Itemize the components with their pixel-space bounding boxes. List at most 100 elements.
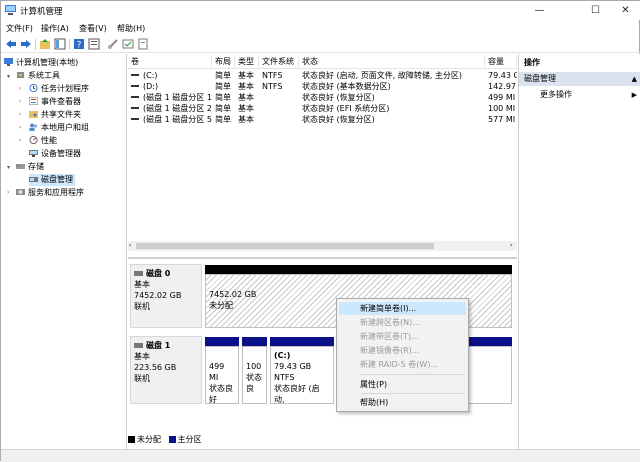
column-header-status[interactable]: 状态 — [299, 56, 485, 69]
tree-item-performance[interactable]: 性能 — [29, 135, 57, 147]
submenu-arrow-icon: ▶ — [631, 91, 637, 99]
more-actions-item[interactable]: 更多操作 ▶ — [519, 88, 640, 102]
horizontal-scrollbar[interactable]: ‹ › — [128, 241, 517, 251]
volume-cell: NTFS — [262, 70, 299, 81]
disk-1-info[interactable]: 磁盘 1 基本 223.56 GB 联机 — [130, 336, 202, 404]
disk-1-partition-2[interactable]: 100 状态良 — [242, 346, 267, 404]
volume-cell: 简单 — [215, 81, 235, 92]
expand-arrow-icon[interactable]: › — [19, 98, 21, 105]
menu-help[interactable]: 帮助(H) — [117, 23, 145, 34]
volume-cell-text: 状态良好 (恢复分区) — [302, 115, 375, 124]
scrollbar-thumb[interactable] — [136, 243, 434, 249]
up-folder-icon[interactable] — [39, 38, 51, 50]
volume-cell: 基本 — [238, 114, 259, 125]
legend-unallocated: 未分配 — [137, 435, 161, 444]
properties-icon[interactable] — [88, 38, 100, 50]
collapse-arrow-icon[interactable]: ▾ — [7, 164, 10, 171]
computer-management-icon — [5, 5, 16, 15]
unallocated-swatch — [128, 436, 135, 443]
volume-cell: NTFS — [262, 81, 299, 92]
menu-help[interactable]: 帮助(H) — [339, 396, 466, 409]
expand-arrow-icon[interactable]: › — [7, 189, 9, 196]
show-tree-icon[interactable] — [54, 38, 66, 50]
volume-cell: 基本 — [238, 70, 259, 81]
volume-row[interactable]: (C:) 简单 基本 NTFS 状态良好 (启动, 页面文件, 故障转储, 主分区) 79… — [128, 70, 517, 81]
tree-item-event-viewer[interactable]: 事件查看器 — [29, 96, 81, 108]
connect-icon[interactable] — [107, 38, 119, 50]
maximize-button[interactable]: ☐ — [581, 1, 610, 20]
volume-row[interactable]: (磁盘 1 磁盘分区 1) 简单 基本 状态良好 (恢复分区) 499 MI — [128, 92, 517, 103]
tree-item-disk-management[interactable]: 磁盘管理 — [29, 174, 75, 186]
volume-cell-text: 简单 — [215, 82, 231, 91]
actions-header: 操作 — [524, 58, 540, 67]
back-icon[interactable] — [5, 38, 17, 50]
tree-item-root[interactable]: 计算机管理(本地) — [4, 57, 78, 69]
actions-section-disk-management[interactable]: 磁盘管理 ▲ — [519, 72, 640, 86]
minimize-button[interactable]: — — [525, 1, 554, 20]
close-icon: ✕ — [621, 5, 630, 16]
clock-icon — [29, 84, 38, 92]
tree-item-local-users[interactable]: 本地用户和组 — [29, 122, 89, 134]
tree-label: 设备管理器 — [41, 149, 81, 158]
volume-cell-text: (磁盘 1 磁盘分区 2) — [143, 104, 212, 113]
volume-cell: 状态良好 (恢复分区) — [302, 114, 485, 125]
expand-arrow-icon[interactable]: › — [19, 137, 21, 144]
forward-icon[interactable] — [20, 38, 32, 50]
tree-item-shared-folders[interactable]: 共享文件夹 — [29, 109, 81, 121]
disk-1-partition-c[interactable]: (C:) 79.43 GB NTFS 状态良好 (启动, — [270, 346, 334, 404]
navigation-tree: 计算机管理(本地) ▾ 系统工具 › 任务计划程序 › 事件查看器 › 共享文件… — [1, 54, 127, 449]
menu-properties[interactable]: 属性(P) — [339, 378, 466, 391]
document-icon[interactable] — [137, 38, 149, 50]
tree-label: 共享文件夹 — [41, 110, 81, 119]
legend: 未分配 主分区 — [128, 434, 517, 446]
tree-item-services[interactable]: 服务和应用程序 — [16, 187, 84, 199]
volume-cell: (C:) — [131, 70, 212, 81]
volume-cell-text: 状态良好 (EFI 系统分区) — [302, 104, 390, 113]
expand-arrow-icon[interactable]: › — [19, 85, 21, 92]
disk-management-icon — [29, 177, 38, 182]
menu-new-simple-volume[interactable]: 新建简单卷(I)... — [339, 302, 466, 315]
column-header-layout[interactable]: 布局 — [212, 56, 235, 69]
check-icon[interactable] — [122, 38, 134, 50]
volume-cell-text: 基本 — [238, 93, 254, 102]
collapse-arrow-icon[interactable]: ▾ — [7, 73, 10, 80]
volume-cell-text: 577 MI — [488, 115, 516, 124]
expand-arrow-icon[interactable]: › — [19, 124, 21, 131]
volume-row[interactable]: (磁盘 1 磁盘分区 2) 简单 基本 状态良好 (EFI 系统分区) 100 MI — [128, 103, 517, 114]
disk-type: 基本 — [134, 352, 150, 361]
volume-cell-text: 简单 — [215, 104, 231, 113]
tree-item-device-manager[interactable]: 设备管理器 — [29, 148, 81, 160]
volume-cell: (磁盘 1 磁盘分区 1) — [131, 92, 212, 103]
primary-swatch — [168, 436, 176, 443]
performance-icon — [29, 136, 38, 144]
help-icon[interactable]: ? — [73, 38, 85, 50]
volume-cell-text: 499 MI — [488, 93, 516, 102]
volume-row[interactable]: (磁盘 1 磁盘分区 5) 简单 基本 状态良好 (恢复分区) 577 MI — [128, 114, 517, 125]
context-menu: 新建简单卷(I)... 新建跨区卷(N)... 新建带区卷(T)... 新建镜像… — [336, 298, 469, 412]
column-header-type[interactable]: 类型 — [235, 56, 259, 69]
disk-0-info[interactable]: 磁盘 0 基本 7452.02 GB 联机 — [130, 264, 202, 328]
close-button[interactable]: ✕ — [611, 1, 640, 20]
collapse-up-icon: ▲ — [631, 75, 637, 83]
menu-bar: 文件(F) 操作(A) 查看(V) 帮助(H) — [1, 20, 640, 35]
tree-item-system-tools[interactable]: 系统工具 — [16, 70, 60, 82]
primary-partition-bar — [205, 337, 239, 346]
menu-view[interactable]: 查看(V) — [79, 23, 107, 34]
scroll-left-icon[interactable]: ‹ — [129, 241, 131, 251]
scroll-right-icon[interactable]: › — [510, 241, 512, 251]
volume-row[interactable]: (D:) 简单 基本 NTFS 状态良好 (基本数据分区) 142.97 — [128, 81, 517, 92]
tree-item-task-scheduler[interactable]: 任务计划程序 — [29, 83, 89, 95]
volume-icon — [131, 74, 139, 76]
disk-1-partition-1[interactable]: 499 MI 状态良好 — [205, 346, 239, 404]
tree-label: 系统工具 — [28, 71, 60, 80]
column-header-capacity[interactable]: 容量 — [485, 56, 517, 69]
toolbar-separator — [35, 39, 36, 50]
column-header-filesystem[interactable]: 文件系统 — [259, 56, 299, 69]
expand-arrow-icon[interactable]: › — [19, 111, 21, 118]
tree-item-storage[interactable]: 存储 — [16, 161, 44, 173]
volume-cell-text: (D:) — [143, 82, 159, 91]
column-header-volume[interactable]: 卷 — [128, 56, 212, 69]
menu-action[interactable]: 操作(A) — [41, 23, 69, 34]
storage-icon — [16, 164, 25, 169]
menu-file[interactable]: 文件(F) — [6, 23, 33, 34]
